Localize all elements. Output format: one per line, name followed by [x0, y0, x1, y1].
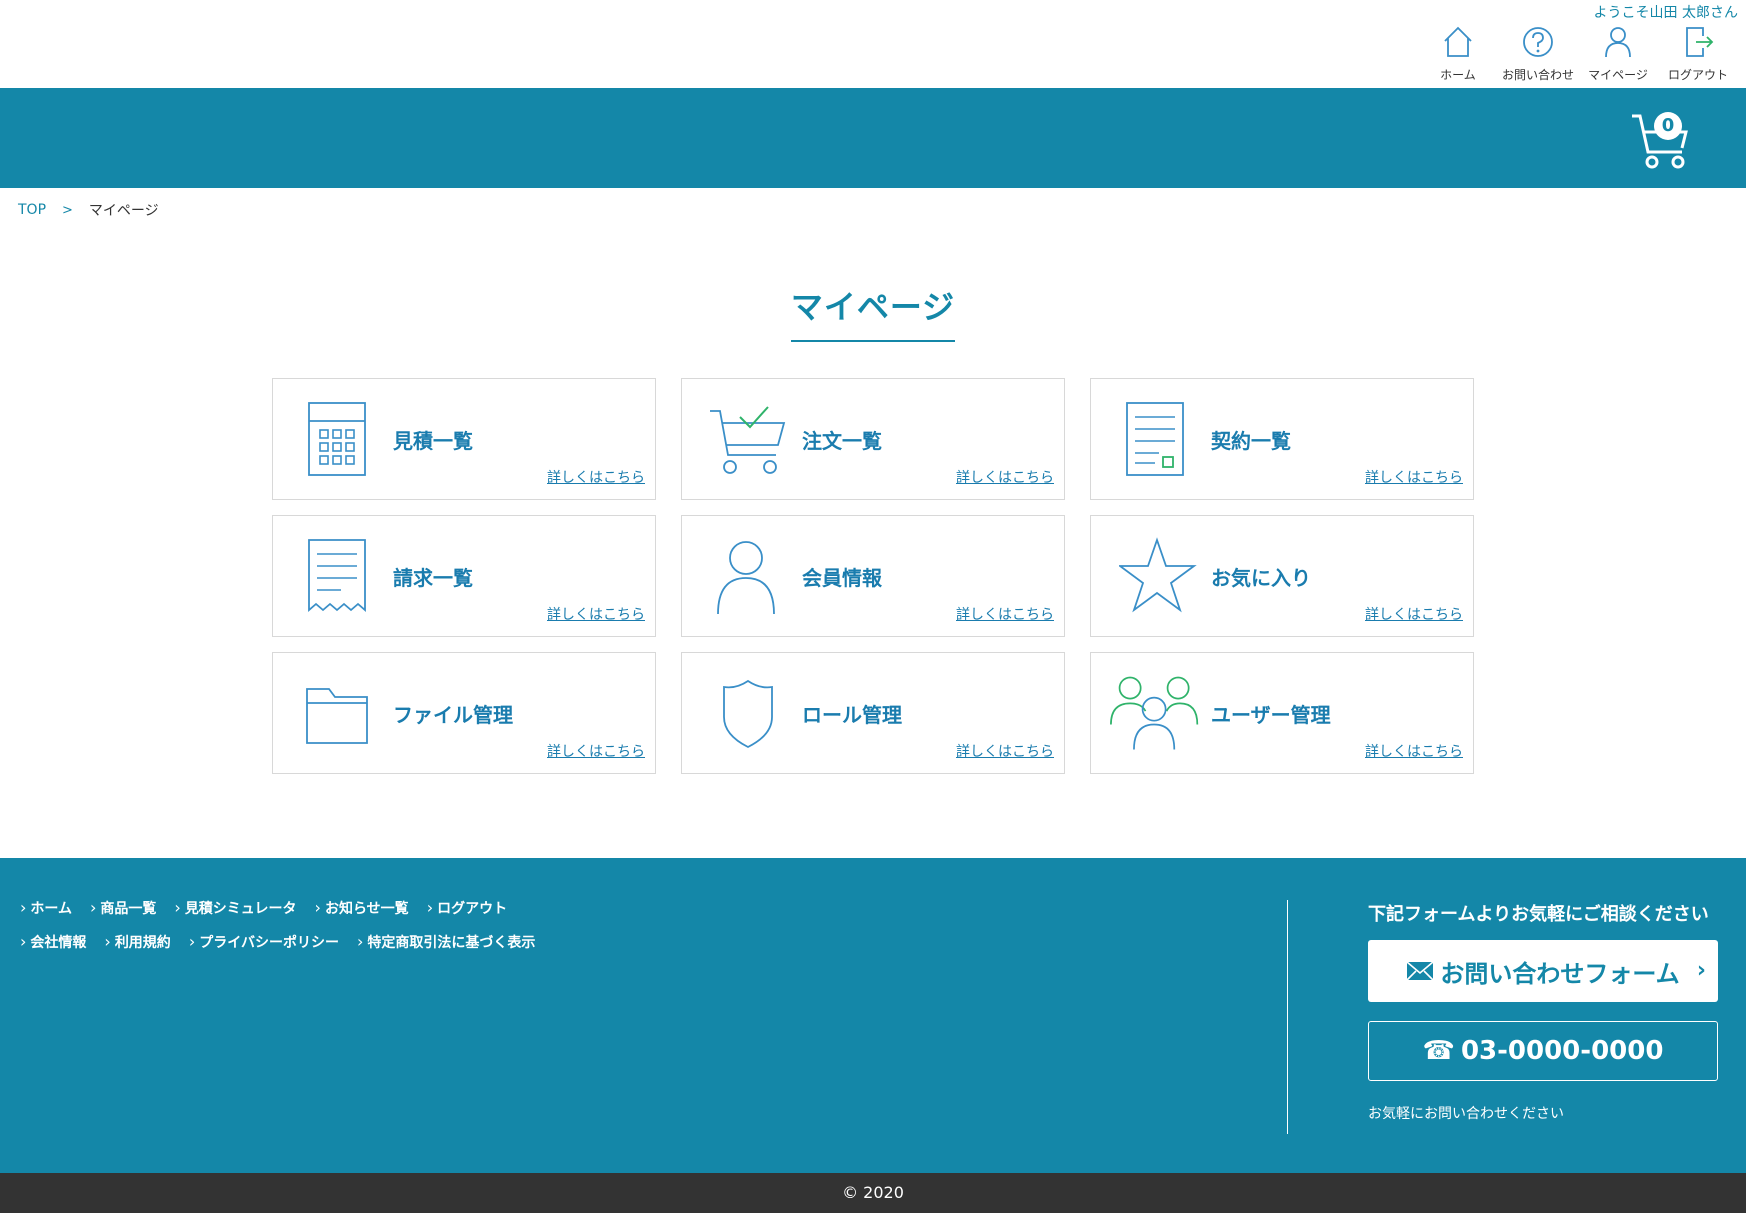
card-contracts-link[interactable]: 詳しくはこちら — [1365, 467, 1463, 487]
phone-number: 03-0000-0000 — [1460, 1036, 1664, 1066]
users-icon — [1110, 676, 1199, 750]
nav-mypage-label: マイページ — [1588, 68, 1648, 82]
nav-mypage[interactable]: マイページ — [1578, 24, 1658, 83]
card-contracts[interactable]: 契約一覧 詳しくはこちら — [1090, 378, 1474, 500]
card-role-management-link[interactable]: 詳しくはこちら — [956, 741, 1054, 761]
user-icon — [1605, 27, 1631, 58]
footer-links: ホーム 商品一覧 見積シミュレータ お知らせ一覧 ログアウト 会社情報 利用規約… — [20, 898, 553, 966]
footer-link-news[interactable]: お知らせ一覧 — [315, 898, 409, 918]
calculator-icon — [308, 402, 366, 476]
footer-links-row-2: 会社情報 利用規約 プライバシーポリシー 特定商取引法に基づく表示 — [20, 932, 553, 952]
help-icon — [1523, 27, 1553, 57]
nav-contact-label: お問い合わせ — [1501, 68, 1574, 82]
page-title-wrap: マイページ — [0, 282, 1746, 342]
breadcrumb-top[interactable]: TOP — [18, 202, 46, 218]
home-icon — [1444, 26, 1472, 57]
breadcrumb-current: マイページ — [88, 203, 159, 219]
menu-grid: 見積一覧 詳しくはこちら 注文一覧 詳しくはこちら 契約一覧 詳しくはこちら 請… — [272, 378, 1474, 774]
card-favorites-title: お気に入り — [1211, 566, 1311, 590]
card-estimates-title: 見積一覧 — [393, 429, 473, 453]
card-contracts-title: 契約一覧 — [1211, 429, 1291, 453]
footer-link-products[interactable]: 商品一覧 — [90, 898, 156, 918]
contact-note: お気軽にお問い合わせください — [1368, 1106, 1564, 1122]
mail-icon — [1406, 961, 1434, 981]
card-member-info-title: 会員情報 — [802, 566, 882, 590]
contact-form-label: お問い合わせフォーム — [1440, 959, 1680, 988]
card-estimates[interactable]: 見積一覧 詳しくはこちら — [272, 378, 656, 500]
footer-link-company[interactable]: 会社情報 — [20, 932, 86, 952]
footer-links-row-1: ホーム 商品一覧 見積シミュレータ お知らせ一覧 ログアウト — [20, 898, 553, 918]
contract-icon — [1126, 402, 1184, 476]
breadcrumb: TOP > マイページ — [18, 200, 159, 220]
card-invoices-link[interactable]: 詳しくはこちら — [547, 604, 645, 624]
top-header: ようこそ山田 太郎さん ホーム お問い合わせ マイページ ログアウト — [0, 0, 1746, 88]
footer-link-terms[interactable]: 利用規約 — [104, 932, 171, 952]
card-user-management-title: ユーザー管理 — [1211, 703, 1331, 727]
cart-check-icon-drawing — [710, 406, 786, 474]
person-icon — [717, 541, 775, 615]
footer-link-home[interactable]: ホーム — [20, 898, 72, 918]
card-role-management-title: ロール管理 — [802, 703, 902, 727]
card-invoices[interactable]: 請求一覧 詳しくはこちら — [272, 515, 656, 637]
card-file-management-title: ファイル管理 — [393, 703, 513, 727]
nav-logout-label: ログアウト — [1667, 68, 1728, 82]
cart-button[interactable]: 0 — [1630, 110, 1690, 170]
contact-heading: 下記フォームよりお気軽にご相談ください — [1368, 904, 1709, 925]
footer-link-logout[interactable]: ログアウト — [427, 898, 507, 918]
card-user-management[interactable]: ユーザー管理 詳しくはこちら — [1090, 652, 1474, 774]
top-nav: ホーム お問い合わせ マイページ ログアウト — [1418, 24, 1738, 83]
header-bar: 0 — [0, 88, 1746, 188]
footer: ホーム 商品一覧 見積シミュレータ お知らせ一覧 ログアウト 会社情報 利用規約… — [0, 858, 1746, 1173]
card-favorites[interactable]: お気に入り 詳しくはこちら — [1090, 515, 1474, 637]
footer-link-privacy[interactable]: プライバシーポリシー — [189, 932, 339, 952]
chevron-right-icon: > — [62, 202, 73, 218]
card-file-management-link[interactable]: 詳しくはこちら — [547, 741, 645, 761]
card-orders[interactable]: 注文一覧 詳しくはこちら — [681, 378, 1065, 500]
phone-button[interactable]: ☎ 03-0000-0000 — [1368, 1021, 1718, 1081]
contact-section: 下記フォームよりお気軽にご相談ください お問い合わせフォーム › ☎ 03-00… — [1368, 900, 1718, 1123]
card-member-info-link[interactable]: 詳しくはこちら — [956, 604, 1054, 624]
footer-link-estimate-simulator[interactable]: 見積シミュレータ — [174, 898, 297, 918]
nav-home[interactable]: ホーム — [1418, 24, 1498, 83]
contact-form-button[interactable]: お問い合わせフォーム › — [1368, 940, 1718, 1002]
star-icon — [1119, 537, 1197, 613]
card-member-info[interactable]: 会員情報 詳しくはこちら — [681, 515, 1065, 637]
receipt-icon — [308, 539, 366, 612]
chevron-right-icon: › — [1696, 958, 1706, 983]
phone-icon: ☎ — [1422, 1036, 1455, 1066]
logout-icon — [1686, 27, 1714, 57]
footer-divider — [1287, 900, 1288, 1134]
shield-icon — [723, 679, 773, 749]
card-orders-link[interactable]: 詳しくはこちら — [956, 467, 1054, 487]
card-user-management-link[interactable]: 詳しくはこちら — [1365, 741, 1463, 761]
welcome-message: ようこそ山田 太郎さん — [1593, 5, 1738, 21]
card-orders-title: 注文一覧 — [802, 429, 882, 453]
nav-logout[interactable]: ログアウト — [1658, 24, 1738, 83]
card-estimates-link[interactable]: 詳しくはこちら — [547, 467, 645, 487]
copyright: © 2020 — [0, 1173, 1746, 1213]
nav-home-label: ホーム — [1440, 68, 1476, 82]
card-invoices-title: 請求一覧 — [393, 566, 473, 590]
cart-count-badge: 0 — [1654, 112, 1682, 140]
footer-link-commercial-law[interactable]: 特定商取引法に基づく表示 — [357, 932, 535, 952]
card-file-management[interactable]: ファイル管理 詳しくはこちら — [272, 652, 656, 774]
card-role-management[interactable]: ロール管理 詳しくはこちら — [681, 652, 1065, 774]
card-favorites-link[interactable]: 詳しくはこちら — [1365, 604, 1463, 624]
folder-icon — [306, 688, 368, 744]
page-title: マイページ — [790, 282, 956, 342]
nav-contact[interactable]: お問い合わせ — [1498, 24, 1578, 83]
